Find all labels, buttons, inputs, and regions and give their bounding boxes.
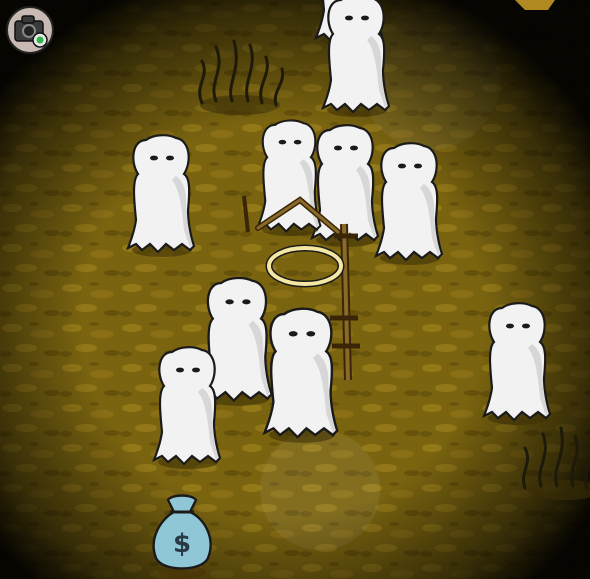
ghost-enemy[interactable] bbox=[482, 302, 552, 425]
ghost-body bbox=[256, 119, 322, 233]
ghost-enemy[interactable] bbox=[152, 346, 222, 469]
ghost-body bbox=[126, 134, 196, 254]
game-scene[interactable]: $ bbox=[0, 0, 590, 579]
ghost-enemy[interactable] bbox=[321, 0, 391, 117]
game-viewport[interactable]: $ bbox=[0, 0, 590, 579]
svg-text:$: $ bbox=[173, 529, 191, 559]
ghost-body bbox=[152, 346, 222, 466]
ghost-enemy[interactable] bbox=[263, 307, 339, 443]
ghost-body bbox=[263, 307, 339, 439]
ghost-enemy[interactable] bbox=[126, 134, 196, 257]
darkness-vignette bbox=[0, 0, 590, 579]
ghost-body bbox=[321, 0, 391, 114]
camera-icon[interactable] bbox=[6, 6, 54, 54]
ghost-body bbox=[374, 142, 444, 262]
ghost-body bbox=[482, 302, 552, 422]
ghost-enemy[interactable] bbox=[201, 276, 273, 406]
ghost-enemy[interactable] bbox=[374, 142, 444, 265]
